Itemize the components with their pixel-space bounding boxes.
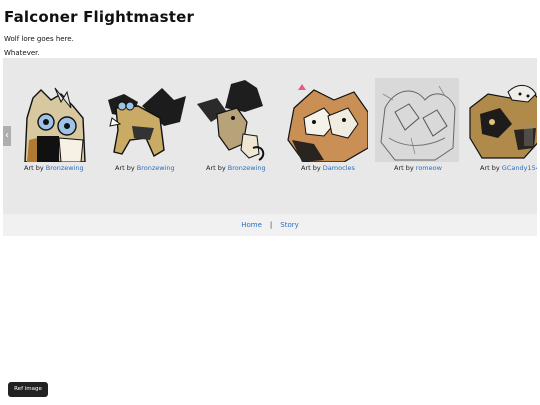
caption-prefix: Art by <box>24 164 44 172</box>
gallery-caption: Art by romeow <box>394 164 442 172</box>
artist-link[interactable]: romeow <box>416 164 442 172</box>
artist-link[interactable]: Bronzewing <box>46 164 84 172</box>
winged-wolf-art-icon[interactable] <box>102 78 186 162</box>
gallery-caption: Art by Bronzewing <box>115 164 175 172</box>
page-title: Falconer Flightmaster <box>4 8 195 26</box>
gallery-item[interactable] <box>284 78 368 162</box>
gallery-item[interactable] <box>11 78 95 162</box>
artist-link[interactable]: Damocles <box>323 164 355 172</box>
caption-prefix: Art by <box>115 164 135 172</box>
gallery-item[interactable] <box>468 78 537 162</box>
artist-link[interactable]: Bronzewing <box>137 164 175 172</box>
gallery-item[interactable] <box>193 78 277 162</box>
sketch-art-icon[interactable] <box>375 78 459 162</box>
gallery-caption: Art by Bronzewing <box>24 164 84 172</box>
gallery-caption: Art by Damocles <box>301 164 355 172</box>
gallery-caption: Art by Bronzewing <box>206 164 266 172</box>
caption-prefix: Art by <box>301 164 321 172</box>
gallery-caption: Art by GCandy154 <box>480 164 537 172</box>
gallery-item[interactable] <box>375 78 459 162</box>
artist-link[interactable]: Bronzewing <box>228 164 266 172</box>
wolf-owl-mask-art-icon[interactable] <box>11 78 95 162</box>
gallery-item[interactable] <box>102 78 186 162</box>
nav-link-home[interactable]: Home <box>241 221 262 229</box>
ref-image-button[interactable]: Ref image <box>8 382 48 397</box>
lore-paragraph-2: Whatever. <box>4 49 40 57</box>
caption-prefix: Art by <box>206 164 226 172</box>
winged-wolf-crouching-art-icon[interactable] <box>193 78 277 162</box>
lore-paragraph: Wolf lore goes here. <box>4 35 74 43</box>
caption-prefix: Art by <box>394 164 414 172</box>
dark-wolf-art-icon[interactable] <box>468 78 537 162</box>
fox-pair-art-icon[interactable] <box>284 78 368 162</box>
nav-separator: | <box>269 221 273 229</box>
next-arrow-icon[interactable]: › <box>524 126 533 146</box>
prev-arrow-icon[interactable]: ‹ <box>3 126 11 146</box>
footer-nav: Home | Story <box>3 214 537 236</box>
artist-link[interactable]: GCandy154 <box>502 164 537 172</box>
nav-link-story[interactable]: Story <box>280 221 299 229</box>
caption-prefix: Art by <box>480 164 500 172</box>
art-gallery: Art by Bronzewing Art by Bronzewing Art … <box>3 58 537 214</box>
